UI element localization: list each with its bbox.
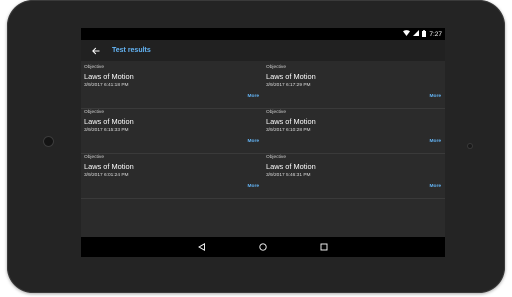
app-bar: Test results bbox=[81, 40, 445, 61]
result-title: Laws of Motion bbox=[84, 162, 134, 171]
arrow-back-icon bbox=[92, 42, 100, 60]
battery-icon bbox=[422, 29, 427, 39]
back-triangle-icon bbox=[198, 238, 206, 256]
result-type-label: Objective bbox=[84, 110, 104, 115]
page-title: Test results bbox=[112, 47, 151, 54]
result-card[interactable]: Objective Laws of Motion 3/9/2017 6:41:1… bbox=[81, 64, 263, 108]
result-card[interactable]: Objective Laws of Motion 3/9/2017 6:17:2… bbox=[263, 64, 445, 108]
result-title: Laws of Motion bbox=[266, 117, 316, 126]
result-type-label: Objective bbox=[266, 155, 286, 160]
result-title: Laws of Motion bbox=[84, 117, 134, 126]
result-type-label: Objective bbox=[84, 155, 104, 160]
result-card[interactable]: Objective Laws of Motion 3/9/2017 5:46:3… bbox=[263, 154, 445, 198]
result-card[interactable]: Objective Laws of Motion 3/9/2017 6:01:2… bbox=[81, 154, 263, 198]
result-title: Laws of Motion bbox=[266, 162, 316, 171]
result-type-label: Objective bbox=[84, 65, 104, 70]
results-row: Objective Laws of Motion 3/9/2017 6:15:3… bbox=[81, 109, 445, 154]
result-title: Laws of Motion bbox=[266, 72, 316, 81]
result-card[interactable]: Objective Laws of Motion 3/9/2017 6:15:3… bbox=[81, 109, 263, 153]
nav-back-button[interactable] bbox=[197, 242, 207, 252]
more-button[interactable]: More bbox=[248, 184, 259, 189]
more-button[interactable]: More bbox=[430, 184, 441, 189]
navigation-bar bbox=[81, 237, 445, 257]
status-icons: 7:27 bbox=[403, 29, 442, 39]
more-button[interactable]: More bbox=[248, 94, 259, 99]
status-bar: 7:27 bbox=[81, 28, 445, 40]
result-type-label: Objective bbox=[266, 110, 286, 115]
more-button[interactable]: More bbox=[248, 139, 259, 144]
wifi-icon bbox=[403, 30, 411, 38]
clock-time: 7:27 bbox=[429, 30, 442, 38]
result-date: 3/9/2017 6:17:29 PM bbox=[266, 83, 311, 88]
result-date: 3/9/2017 6:01:24 PM bbox=[84, 173, 129, 178]
recents-square-icon bbox=[320, 238, 328, 256]
back-button[interactable] bbox=[90, 45, 102, 57]
camera-icon bbox=[43, 136, 54, 147]
signal-icon bbox=[413, 30, 420, 38]
tablet-device: 7:27 Test results Objective Laws of Moti… bbox=[7, 0, 505, 293]
result-date: 3/9/2017 6:15:33 PM bbox=[84, 128, 129, 133]
result-date: 3/9/2017 6:10:28 PM bbox=[266, 128, 311, 133]
result-title: Laws of Motion bbox=[84, 72, 134, 81]
result-date: 3/9/2017 5:46:31 PM bbox=[266, 173, 311, 178]
sensor-icon bbox=[467, 143, 473, 149]
results-row: Objective Laws of Motion 3/9/2017 6:41:1… bbox=[81, 64, 445, 109]
result-type-label: Objective bbox=[266, 65, 286, 70]
result-date: 3/9/2017 6:41:18 PM bbox=[84, 83, 129, 88]
nav-home-button[interactable] bbox=[258, 242, 268, 252]
more-button[interactable]: More bbox=[430, 139, 441, 144]
nav-recents-button[interactable] bbox=[319, 242, 329, 252]
screen: 7:27 Test results Objective Laws of Moti… bbox=[81, 28, 445, 257]
more-button[interactable]: More bbox=[430, 94, 441, 99]
result-card[interactable]: Objective Laws of Motion 3/9/2017 6:10:2… bbox=[263, 109, 445, 153]
results-list: Objective Laws of Motion 3/9/2017 6:41:1… bbox=[81, 64, 445, 199]
results-row: Objective Laws of Motion 3/9/2017 6:01:2… bbox=[81, 154, 445, 199]
home-circle-icon bbox=[259, 238, 267, 256]
